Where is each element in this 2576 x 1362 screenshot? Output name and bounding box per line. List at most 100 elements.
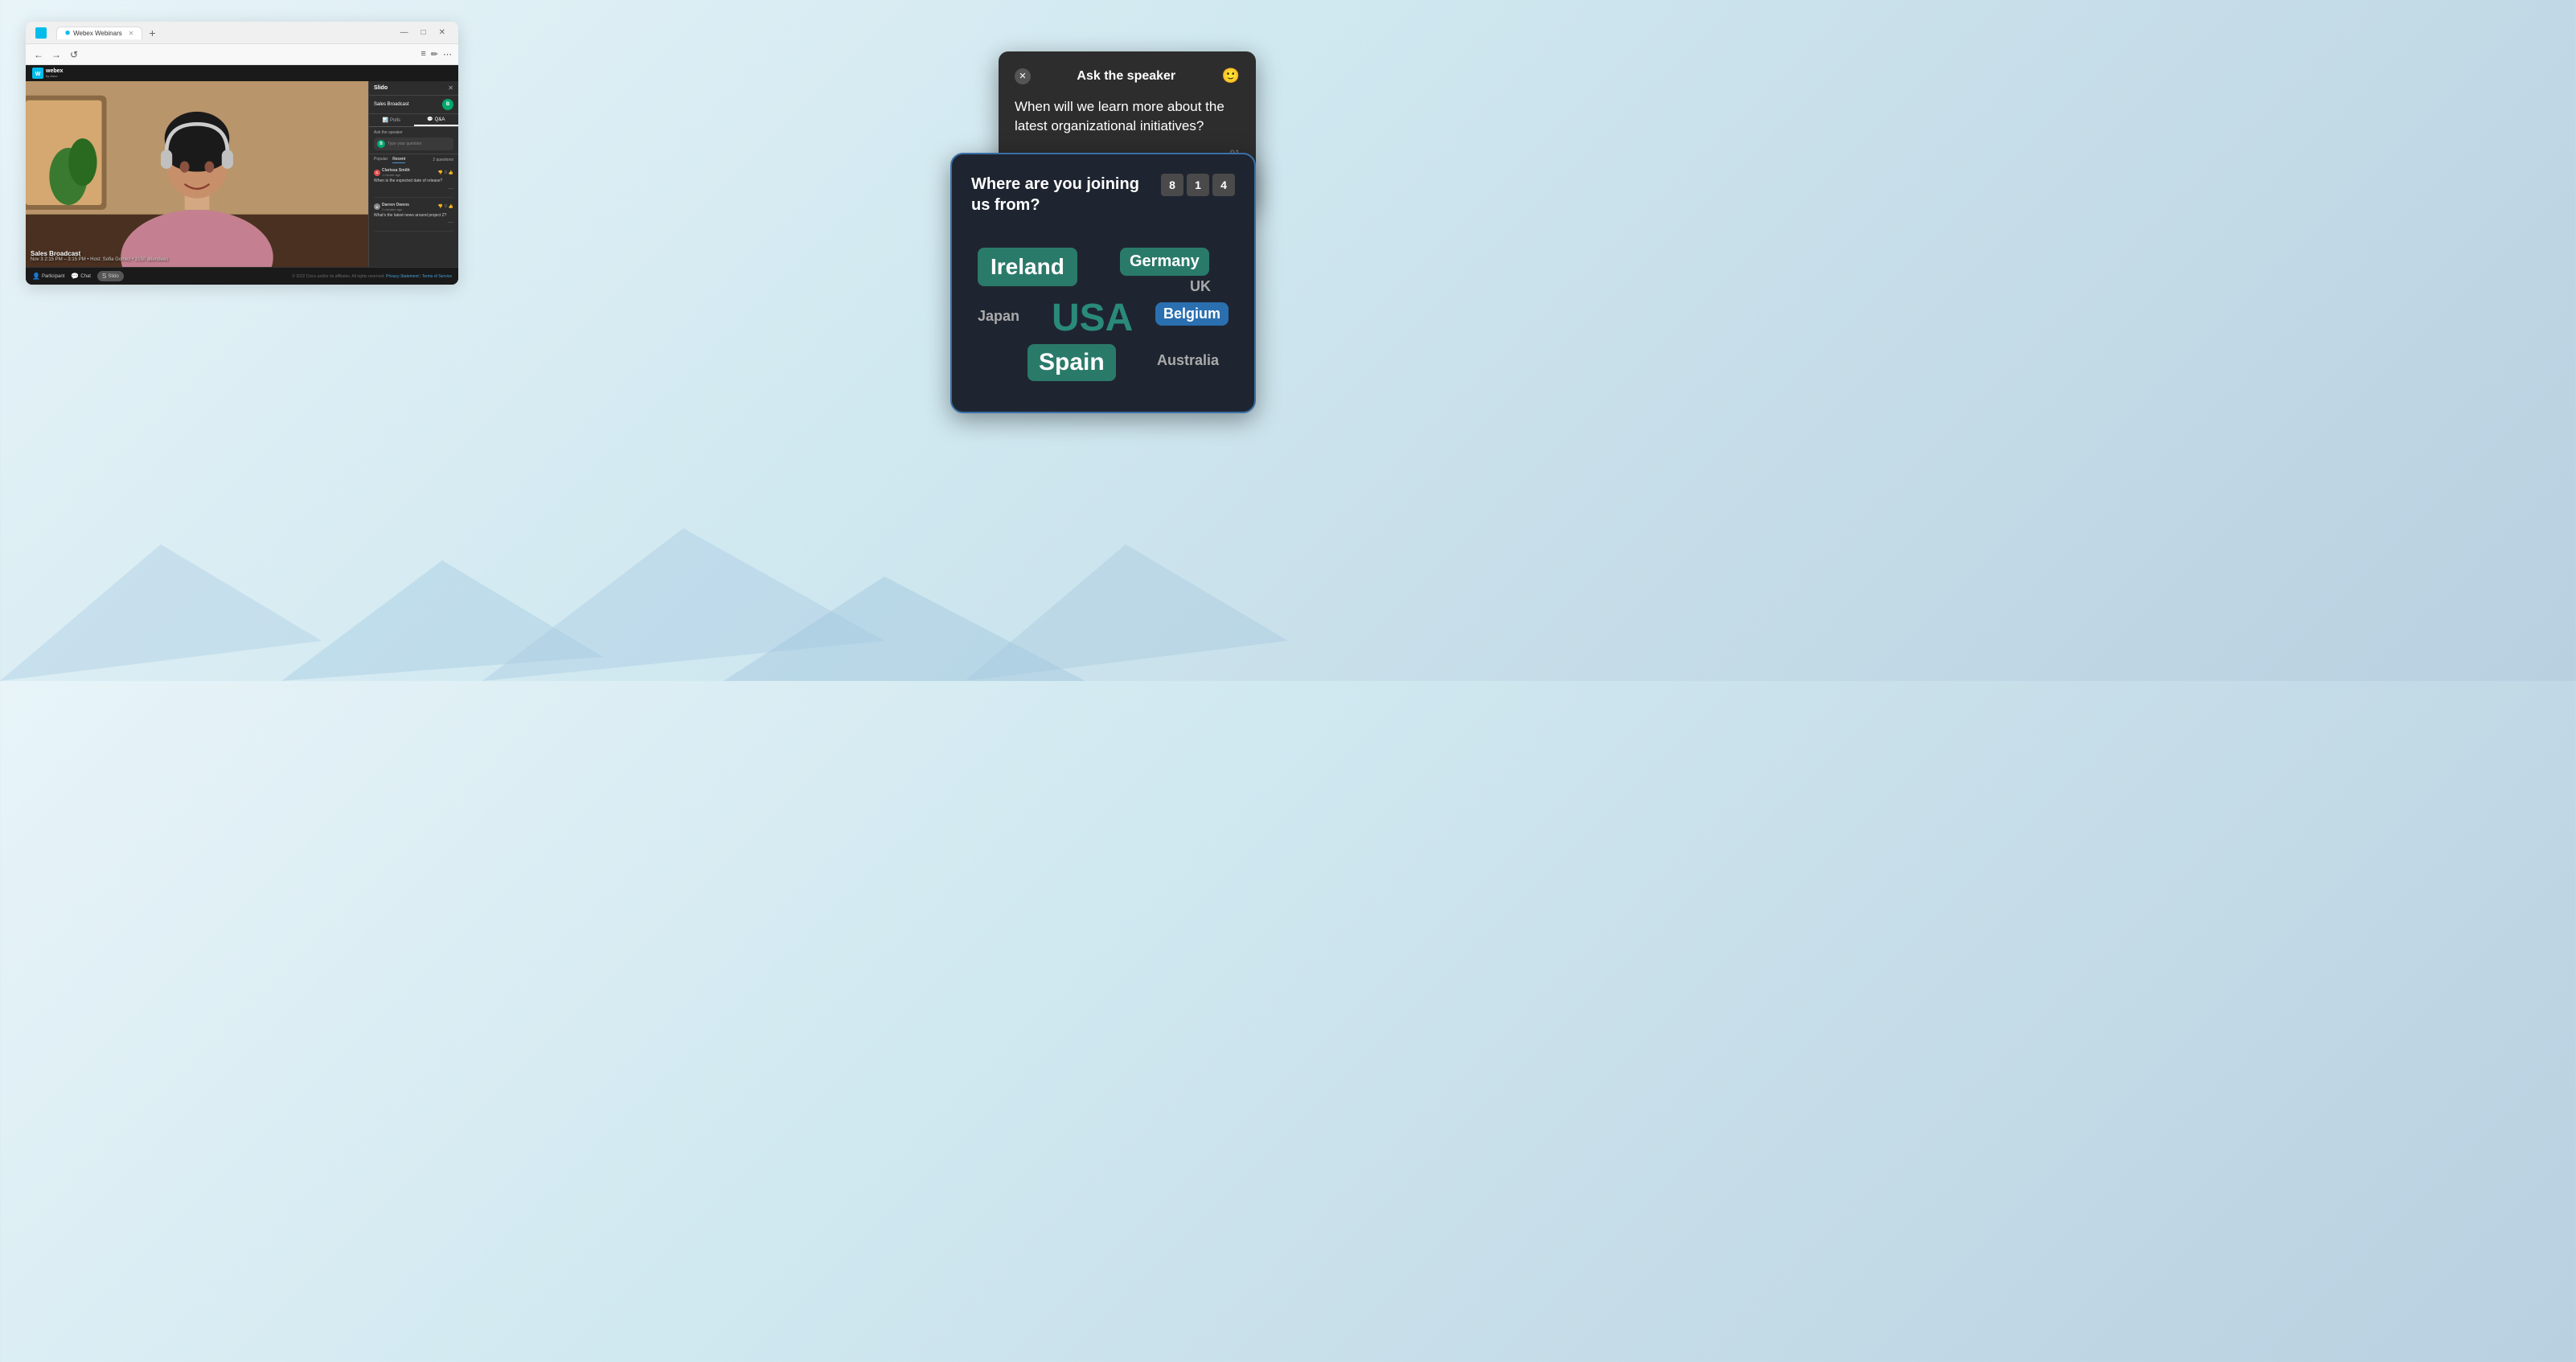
nav-back-button[interactable]: ← [32,49,45,60]
word-cloud-title: Where are you joining us from? [971,174,1151,215]
nav-forward-button[interactable]: → [50,49,63,60]
slido-icon: S [102,273,106,280]
webex-content: W webex by cisco [26,65,458,285]
slido-tab-qna[interactable]: 💬 Q&A [414,114,459,126]
vote-count-2: 0 [445,204,447,209]
vote-count-1: 0 [445,170,447,175]
slido-label: Slido [108,274,118,279]
nav-edit-icon[interactable]: ✏ [431,49,438,59]
word-cloud-numbers: 8 1 4 [1161,174,1235,196]
window-controls: — □ ✕ [397,27,452,39]
tab-area: ⬢ Webex Webinars ✕ + [56,27,392,39]
slido-input-row[interactable]: B Type your question [374,137,453,150]
slido-button[interactable]: S Slido [97,271,124,281]
list-item: D Darren Owens 2 minutes ago 👎 0 👍 [374,203,453,232]
nav-menu-icon[interactable]: ≡ [420,49,425,59]
downvote-icon-2[interactable]: 👎 [438,204,443,209]
qna-label: Q&A [435,117,445,122]
polls-label: Polls [390,118,400,123]
slido-question-count: 2 questions [433,158,453,162]
question-text-2: What's the latest news around project Z? [374,213,453,219]
number-box-1: 8 [1161,174,1183,196]
slido-panel-title: Slido [374,85,388,91]
browser-controls [32,27,47,39]
number-box-2: 1 [1187,174,1209,196]
question-time-2: 2 minutes ago [382,207,409,211]
tab-title: Webex Webinars [73,30,122,37]
webex-bottom-bar: 👤 Participant 💬 Chat S Slido © 2022 Cisc… [26,267,458,285]
question-votes-2: 👎 0 👍 [438,204,453,209]
participant-icon: 👤 [32,273,40,280]
word-ireland[interactable]: Ireland [978,248,1077,286]
chat-label: Chat [80,274,91,279]
video-area: Sales Broadcast Nov 3 2:15 PM – 3:15 PM … [26,81,368,267]
slido-session-avatar: B [442,99,453,110]
browser-navbar: ← → ↺ ≡ ✏ ⋯ [26,44,458,65]
number-box-3: 4 [1212,174,1235,196]
filter-popular[interactable]: Popular [374,157,388,163]
word-belgium[interactable]: Belgium [1155,302,1229,326]
slido-session: Sales Broadcast B [369,96,458,114]
question-name-2: Darren Owens [382,203,409,207]
slido-header: Slido ✕ [369,81,458,96]
slido-ask-label: Ask the speaker [374,130,453,135]
participant-button[interactable]: 👤 Participant [32,271,64,281]
polls-icon: 📊 [383,117,388,123]
terms-link[interactable]: Terms of Service [422,274,452,279]
slido-session-name: Sales Broadcast [374,102,409,107]
browser-window: ⬢ Webex Webinars ✕ + — □ ✕ ← → ↺ ≡ ✏ ⋯ [26,22,458,285]
slido-close-button[interactable]: ✕ [448,84,453,92]
maximize-button[interactable]: □ [418,27,429,39]
filter-recent[interactable]: Recent [392,157,405,163]
popup-title: Ask the speaker [1077,69,1175,84]
video-overlay-info: Sales Broadcast Nov 3 2:15 PM – 3:15 PM … [31,250,168,262]
slido-filter-tabs: Popular Recent [374,157,405,163]
slido-filter-row: Popular Recent 2 questions [369,154,458,166]
popup-header: ✕ Ask the speaker 🙂 [1015,68,1240,84]
slido-input-avatar: B [377,140,385,148]
word-germany[interactable]: Germany [1120,248,1209,276]
chat-button[interactable]: 💬 Chat [71,271,91,281]
slido-tab-polls[interactable]: 📊 Polls [369,114,414,126]
participant-label: Participant [42,274,64,279]
svg-text:W: W [35,72,41,77]
question-more-2[interactable]: ⋯ [374,219,453,226]
word-spain[interactable]: Spain [1028,344,1116,381]
question-more-1[interactable]: ⋯ [374,186,453,192]
upvote-icon-1[interactable]: 👍 [449,170,453,175]
slido-input-placeholder: Type your question [388,142,421,146]
slido-ask-section: Ask the speaker B Type your question [369,127,458,154]
downvote-icon-1[interactable]: 👎 [438,170,443,175]
webex-logo-text: webex [46,68,63,74]
qna-icon: 💬 [427,117,433,122]
privacy-link[interactable]: Privacy Statement [386,274,419,279]
question-user-2: D Darren Owens 2 minutes ago [374,203,409,211]
video-title: Sales Broadcast [31,250,168,257]
question-time-1: 1 minute ago [382,173,410,177]
upvote-icon-2[interactable]: 👍 [449,204,453,209]
nav-refresh-button[interactable]: ↺ [68,49,80,60]
question-header-1: C Clarissa Smith 1 minute ago 👎 0 👍 [374,168,453,177]
webex-logo: W webex by cisco [32,68,63,79]
word-usa[interactable]: USA [1052,296,1133,340]
copyright-text: © 2022 Cisco and/or its affiliates. All … [292,274,385,279]
browser-tab[interactable]: ⬢ Webex Webinars ✕ [56,27,142,39]
popup-emoji-button[interactable]: 🙂 [1222,68,1240,84]
footer-links: © 2022 Cisco and/or its affiliates. All … [292,274,452,279]
minimize-button[interactable]: — [397,27,412,39]
question-text-1: When is the expected date of release? [374,178,453,184]
word-australia[interactable]: Australia [1157,352,1219,369]
question-avatar-2: D [374,203,380,210]
word-japan[interactable]: Japan [978,308,1019,325]
word-cloud-area: Ireland Germany Japan USA UK Belgium Spa… [971,232,1235,392]
webex-logo-sub: by cisco [46,74,63,78]
word-uk[interactable]: UK [1190,278,1211,295]
question-header-2: D Darren Owens 2 minutes ago 👎 0 👍 [374,203,453,211]
popup-close-button[interactable]: ✕ [1015,68,1031,84]
popup-question-text: When will we learn more about the latest… [1015,97,1240,136]
close-button[interactable]: ✕ [436,27,449,39]
nav-more-icon[interactable]: ⋯ [443,49,452,59]
webex-header: W webex by cisco [26,65,458,81]
tab-plus-button[interactable]: + [146,27,158,39]
slido-panel: Slido ✕ Sales Broadcast B 📊 Polls 💬 Q&A [368,81,458,267]
